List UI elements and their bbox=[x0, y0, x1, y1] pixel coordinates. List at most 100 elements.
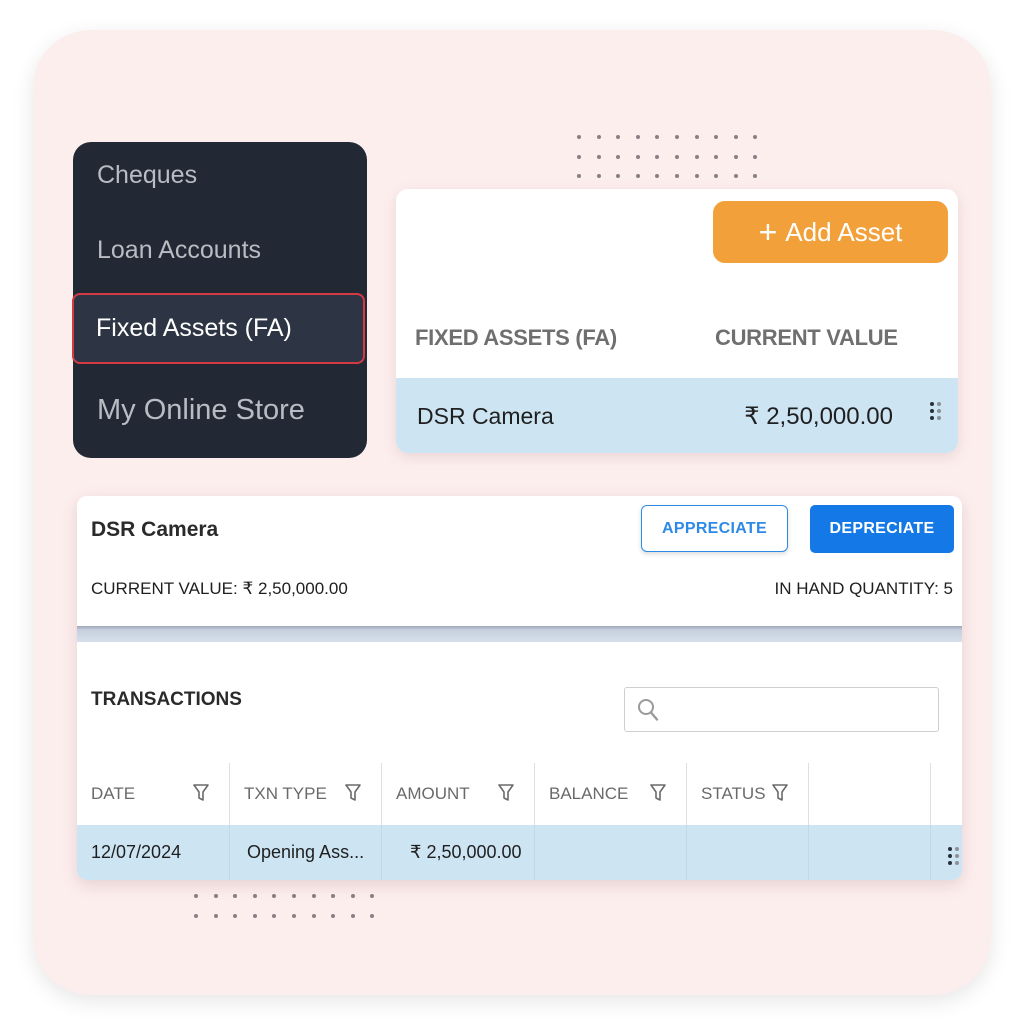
fixed-assets-list-card: + Add Asset FIXED ASSETS (FA) CURRENT VA… bbox=[396, 189, 958, 453]
sidebar-item-label: Fixed Assets (FA) bbox=[96, 314, 292, 342]
appreciate-button[interactable]: APPRECIATE bbox=[641, 505, 788, 552]
column-header-actions bbox=[809, 763, 931, 825]
decorative-dot bbox=[647, 127, 667, 147]
sidebar-item-my-online-store[interactable]: My Online Store bbox=[73, 387, 367, 433]
decorative-dot bbox=[608, 127, 628, 147]
column-header-date[interactable]: DATE bbox=[77, 763, 230, 825]
plus-icon: + bbox=[758, 214, 778, 250]
drag-handle-icon[interactable] bbox=[948, 847, 960, 865]
decorative-dot bbox=[206, 886, 226, 906]
decorative-dot bbox=[245, 886, 265, 906]
filter-icon[interactable] bbox=[193, 784, 209, 802]
cell-status bbox=[687, 825, 809, 880]
decorative-dot bbox=[569, 127, 589, 147]
column-header-txn-type[interactable]: TXN TYPE bbox=[230, 763, 382, 825]
decorative-dot bbox=[343, 906, 363, 926]
column-label: AMOUNT bbox=[396, 784, 470, 803]
current-value-text: CURRENT VALUE: ₹ 2,50,000.00 bbox=[91, 579, 348, 598]
decorative-dot bbox=[628, 147, 648, 167]
sidebar-item-label: Cheques bbox=[97, 160, 198, 189]
decorative-dot bbox=[687, 166, 707, 186]
decorative-dot bbox=[206, 906, 226, 926]
decorative-dot bbox=[343, 886, 363, 906]
add-asset-button[interactable]: + Add Asset bbox=[713, 201, 948, 263]
add-asset-label: Add Asset bbox=[785, 216, 903, 247]
decorative-dot bbox=[706, 166, 726, 186]
drag-handle-icon[interactable] bbox=[930, 402, 942, 420]
decorative-dot bbox=[667, 127, 687, 147]
column-header-current-value: CURRENT VALUE bbox=[715, 325, 898, 350]
decorative-dot bbox=[323, 886, 343, 906]
decorative-dot-grid bbox=[186, 886, 382, 925]
column-header-amount[interactable]: AMOUNT bbox=[382, 763, 535, 825]
decorative-dot bbox=[608, 147, 628, 167]
decorative-dot bbox=[362, 886, 382, 906]
decorative-dot bbox=[647, 166, 667, 186]
column-header-balance[interactable]: BALANCE bbox=[535, 763, 687, 825]
sidebar-menu: Cheques Loan Accounts Fixed Assets (FA) … bbox=[72, 142, 367, 458]
decorative-dot bbox=[745, 166, 765, 186]
transactions-search-box[interactable] bbox=[624, 687, 939, 732]
decorative-dot bbox=[628, 127, 648, 147]
decorative-dot bbox=[569, 147, 589, 167]
column-label: BALANCE bbox=[549, 784, 629, 803]
table-row[interactable]: 12/07/2024 Opening Ass... ₹ 2,50,000.00 bbox=[77, 825, 962, 880]
sidebar-item-label: My Online Store bbox=[97, 393, 305, 426]
decorative-dot-grid bbox=[569, 127, 765, 186]
transactions-table-header: DATE TXN TYPE AMOUNT BALANCE STATUS bbox=[77, 763, 962, 825]
decorative-dot bbox=[304, 906, 324, 926]
asset-detail-title: DSR Camera bbox=[91, 518, 219, 541]
cell-date: 12/07/2024 bbox=[77, 825, 230, 880]
decorative-dot bbox=[225, 886, 245, 906]
decorative-dot bbox=[264, 906, 284, 926]
decorative-dot bbox=[589, 127, 609, 147]
sidebar-item-label: Loan Accounts bbox=[97, 235, 262, 264]
decorative-dot bbox=[225, 906, 245, 926]
decorative-dot bbox=[245, 906, 265, 926]
decorative-dot bbox=[687, 127, 707, 147]
column-label: DATE bbox=[91, 784, 136, 803]
column-header-status[interactable]: STATUS bbox=[687, 763, 809, 825]
column-header-fixed-assets: FIXED ASSETS (FA) bbox=[415, 325, 617, 350]
filter-icon[interactable] bbox=[498, 784, 514, 802]
decorative-dot bbox=[706, 127, 726, 147]
search-icon bbox=[638, 698, 659, 721]
decorative-dot bbox=[667, 147, 687, 167]
sidebar-item-cheques[interactable]: Cheques bbox=[73, 154, 367, 196]
filter-icon[interactable] bbox=[650, 784, 666, 802]
depreciate-button[interactable]: DEPRECIATE bbox=[810, 505, 954, 553]
decorative-dot bbox=[726, 166, 746, 186]
decorative-dot bbox=[323, 906, 343, 926]
decorative-dot bbox=[186, 906, 206, 926]
transactions-search-input[interactable] bbox=[659, 688, 938, 731]
decorative-dot bbox=[726, 127, 746, 147]
decorative-dot bbox=[745, 127, 765, 147]
decorative-dot bbox=[726, 147, 746, 167]
cell-txn-type: Opening Ass... bbox=[230, 825, 382, 880]
decorative-dot bbox=[745, 147, 765, 167]
decorative-dot bbox=[304, 886, 324, 906]
decorative-dot bbox=[186, 886, 206, 906]
cell-empty bbox=[809, 825, 931, 880]
cell-amount: ₹ 2,50,000.00 bbox=[382, 825, 535, 880]
filter-icon[interactable] bbox=[345, 784, 361, 802]
cell-balance bbox=[535, 825, 687, 880]
decorative-dot bbox=[284, 886, 304, 906]
decorative-dot bbox=[687, 147, 707, 167]
decorative-dot bbox=[667, 166, 687, 186]
decorative-dot bbox=[284, 906, 304, 926]
asset-name: DSR Camera bbox=[417, 403, 554, 429]
sidebar-item-loan-accounts[interactable]: Loan Accounts bbox=[73, 229, 367, 271]
decorative-dot bbox=[589, 166, 609, 186]
in-hand-quantity-text: IN HAND QUANTITY: 5 bbox=[774, 579, 953, 598]
asset-list-row[interactable]: DSR Camera ₹ 2,50,000.00 bbox=[396, 378, 958, 453]
filter-icon[interactable] bbox=[772, 784, 788, 802]
decorative-dot bbox=[628, 166, 648, 186]
decorative-dot bbox=[647, 147, 667, 167]
column-label: STATUS bbox=[701, 784, 766, 803]
asset-current-value: ₹ 2,50,000.00 bbox=[744, 403, 893, 430]
section-divider bbox=[77, 626, 962, 642]
asset-detail-card: DSR Camera APPRECIATE DEPRECIATE CURRENT… bbox=[77, 496, 962, 880]
sidebar-item-fixed-assets[interactable]: Fixed Assets (FA) bbox=[72, 293, 365, 364]
decorative-dot bbox=[264, 886, 284, 906]
